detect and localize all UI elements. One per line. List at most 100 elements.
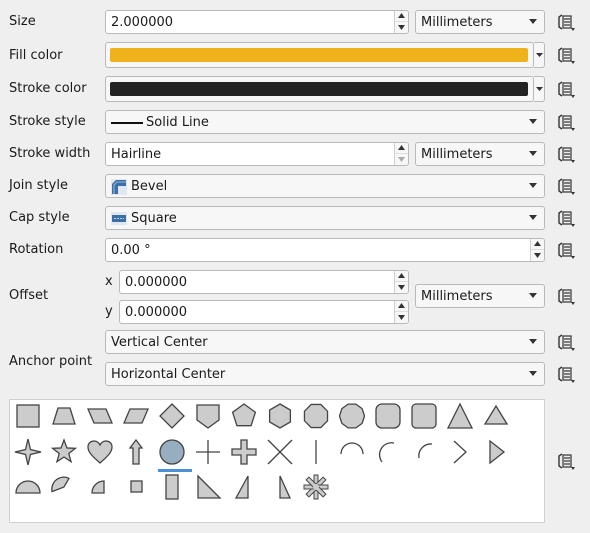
size-decrement-button[interactable]: [395, 22, 408, 33]
offset-x-label: x: [105, 274, 113, 289]
size-increment-button[interactable]: [395, 11, 408, 22]
shape-semi-arc[interactable]: [374, 438, 402, 466]
shape-half-circle[interactable]: [14, 473, 42, 501]
shape-arc[interactable]: [338, 438, 366, 466]
anchor-vertical-value: Vertical Center: [111, 334, 208, 350]
shape-shield[interactable]: [194, 402, 222, 430]
offset-label: Offset: [9, 288, 49, 303]
shape-star[interactable]: [50, 438, 78, 466]
cross-x-icon: [267, 439, 293, 465]
stroke-color-button[interactable]: [105, 76, 534, 102]
offset-unit-combo[interactable]: Millimeters: [415, 284, 545, 308]
offset-y-spinner[interactable]: [394, 301, 408, 323]
stroke-width-spinbox[interactable]: Hairline: [105, 142, 409, 166]
anchor-horizontal-combo[interactable]: Horizontal Center: [105, 362, 545, 386]
anchor-horizontal-value: Horizontal Center: [111, 366, 226, 382]
join-style-combo[interactable]: Bevel: [105, 174, 545, 198]
stroke-width-decrement-button[interactable]: [395, 154, 408, 165]
stroke-style-combo[interactable]: Solid Line: [105, 110, 545, 134]
shape-data-defined-override-button[interactable]: [556, 451, 576, 471]
shape-diamond[interactable]: [158, 402, 186, 430]
shape-trapezoid[interactable]: [50, 402, 78, 430]
shape-third-arc[interactable]: [410, 438, 438, 466]
rotation-spinbox[interactable]: 0.00 °: [105, 238, 545, 262]
size-data-defined-override-button[interactable]: [556, 12, 576, 32]
rotation-spinner[interactable]: [530, 239, 544, 261]
half-circle-icon: [15, 480, 41, 494]
octagon-icon: [303, 403, 329, 429]
cap-style-data-defined-override-button[interactable]: [556, 208, 576, 228]
shape-octagon[interactable]: [302, 402, 330, 430]
shape-cross-fill[interactable]: [230, 438, 258, 466]
stroke-color-dropdown[interactable]: [534, 76, 545, 102]
offset-y-decrement-button[interactable]: [395, 312, 408, 323]
rotation-increment-button[interactable]: [531, 239, 544, 250]
line-icon: [315, 440, 317, 464]
shape-equilateral-triangle[interactable]: [482, 402, 510, 430]
offset-x-spinner[interactable]: [394, 271, 408, 293]
shape-third-circle[interactable]: [50, 473, 78, 501]
offset-x-increment-button[interactable]: [395, 271, 408, 282]
shape-rounded-square[interactable]: [410, 402, 438, 430]
size-unit-combo[interactable]: Millimeters: [415, 10, 545, 34]
shape-rounded-square-octagon[interactable]: [374, 402, 402, 430]
shape-half-square[interactable]: [158, 473, 186, 501]
stroke-width-increment-button[interactable]: [395, 143, 408, 154]
stroke-color-data-defined-override-button[interactable]: [556, 79, 576, 99]
shape-circle[interactable]: [158, 438, 186, 466]
shape-triangle[interactable]: [446, 402, 474, 430]
stroke-width-data-defined-override-button[interactable]: [556, 144, 576, 164]
stroke-width-unit-combo[interactable]: Millimeters: [415, 142, 545, 166]
shape-heart[interactable]: [86, 438, 114, 466]
rotation-label: Rotation: [9, 242, 64, 257]
shape-right-half-triangle[interactable]: [194, 473, 222, 501]
data-defined-override-icon: [556, 146, 576, 168]
size-spinbox[interactable]: 2.000000: [105, 10, 409, 34]
anchor-vertical-data-defined-override-button[interactable]: [556, 332, 576, 352]
shape-star-four-point[interactable]: [14, 438, 42, 466]
anchor-horizontal-data-defined-override-button[interactable]: [556, 364, 576, 384]
shape-pentagon[interactable]: [230, 402, 258, 430]
shape-asterisk-fill[interactable]: [302, 473, 330, 501]
heart-icon: [87, 440, 113, 464]
shape-cross-x[interactable]: [266, 438, 294, 466]
marker-shape-list[interactable]: [9, 399, 545, 523]
rotation-decrement-button[interactable]: [531, 250, 544, 261]
stroke-width-unit-value: Millimeters: [421, 146, 493, 162]
cap-style-combo[interactable]: Square: [105, 206, 545, 230]
data-defined-override-icon: [556, 14, 576, 36]
anchor-vertical-combo[interactable]: Vertical Center: [105, 330, 545, 354]
shape-diagonal-half-square[interactable]: [266, 473, 294, 501]
shape-arrowhead[interactable]: [446, 438, 474, 466]
offset-y-spinbox[interactable]: 0.000000: [119, 300, 409, 324]
shape-cross[interactable]: [194, 438, 222, 466]
shape-quarter-square[interactable]: [122, 473, 150, 501]
shield-icon: [196, 404, 220, 429]
size-unit-value: Millimeters: [421, 14, 493, 30]
offset-y-increment-button[interactable]: [395, 301, 408, 312]
shape-arrow[interactable]: [122, 438, 150, 466]
fill-color-button[interactable]: [105, 42, 534, 68]
join-style-data-defined-override-button[interactable]: [556, 176, 576, 196]
stroke-style-data-defined-override-button[interactable]: [556, 112, 576, 132]
shape-parallelogram-left[interactable]: [86, 402, 114, 430]
offset-x-spinbox[interactable]: 0.000000: [119, 270, 409, 294]
fill-color-data-defined-override-button[interactable]: [556, 45, 576, 65]
rotation-data-defined-override-button[interactable]: [556, 240, 576, 260]
shape-quarter-circle[interactable]: [86, 473, 114, 501]
shape-decagon[interactable]: [338, 402, 366, 430]
shape-left-half-triangle[interactable]: [230, 473, 258, 501]
stroke-style-label: Stroke style: [9, 114, 86, 129]
parallelogram-left-icon: [87, 408, 113, 424]
shape-line[interactable]: [302, 438, 330, 466]
data-defined-override-icon: [556, 114, 576, 136]
shape-filled-arrowhead[interactable]: [482, 438, 510, 466]
fill-color-dropdown[interactable]: [534, 42, 545, 68]
stroke-width-spinner[interactable]: [394, 143, 408, 165]
shape-parallelogram-right[interactable]: [122, 402, 150, 430]
shape-square[interactable]: [14, 402, 42, 430]
offset-data-defined-override-button[interactable]: [556, 286, 576, 306]
offset-x-decrement-button[interactable]: [395, 282, 408, 293]
shape-hexagon[interactable]: [266, 402, 294, 430]
size-spinner[interactable]: [394, 11, 408, 33]
